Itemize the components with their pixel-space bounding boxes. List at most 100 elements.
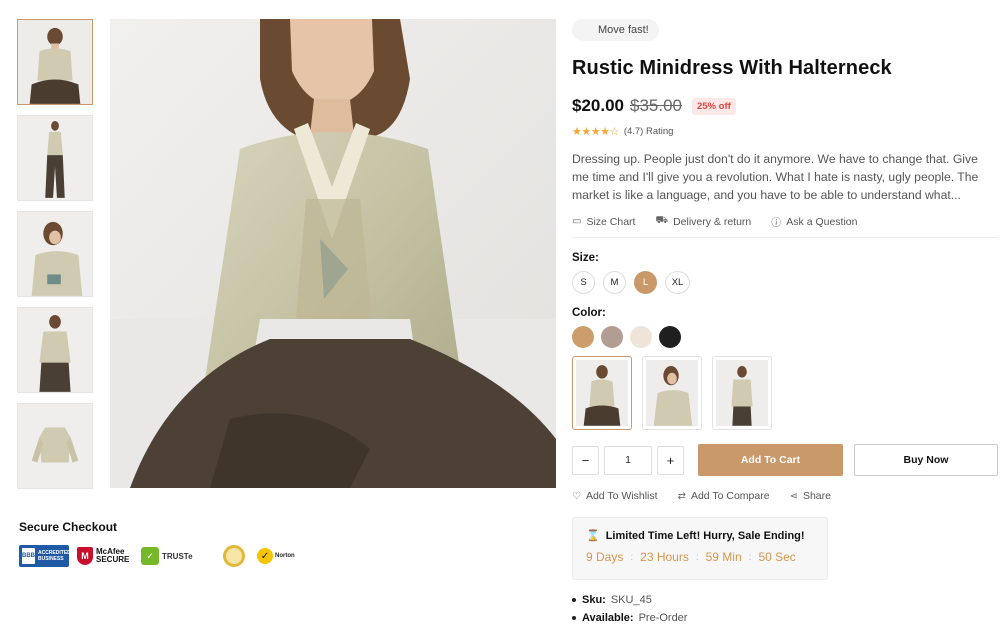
sku-row: Sku: SKU_45 (572, 594, 998, 606)
promo-badge-text: Move fast! (598, 24, 649, 36)
product-title: Rustic Minidress With Halterneck (572, 57, 892, 79)
mcafee-badge-text: McAfee SECURE (96, 547, 130, 564)
size-chart-link[interactable]: ▭ Size Chart (572, 214, 635, 229)
product-meta: Sku: SKU_45 Available: Pre-Order (572, 594, 998, 624)
countdown-separator: : (630, 551, 634, 563)
promo-badge: ⚡ Move fast! (572, 19, 659, 41)
norton-badge: ✓ Norton (257, 545, 295, 567)
variant-image-1-photo (576, 360, 628, 426)
add-to-cart-button[interactable]: Add To Cart (698, 444, 843, 476)
discount-badge: 25% off (692, 97, 736, 115)
thumbnail-3[interactable] (17, 211, 93, 297)
hourglass-icon: ⌛ (586, 530, 600, 542)
current-price: $20.00 (572, 96, 624, 115)
question-icon: ⓘ (771, 218, 782, 229)
compare-icon: ⇄ (677, 490, 686, 502)
color-swatch-tan[interactable] (572, 326, 594, 348)
variant-image-3-photo (716, 360, 768, 426)
countdown-values: 9 Days : 23 Hours : 59 Min : 50 Sec (586, 550, 814, 564)
main-product-image[interactable] (110, 19, 556, 488)
info-links: ▭ Size Chart ⛟ Delivery & return ⓘ Ask a… (572, 214, 998, 238)
thumbnail-2-image (18, 116, 92, 200)
add-to-compare-link[interactable]: ⇄ Add To Compare (678, 490, 770, 502)
original-price: $35.00 (630, 96, 682, 115)
truste-check-icon: ✓ (141, 547, 159, 565)
seal-icon (223, 545, 245, 567)
ask-question-link[interactable]: ⓘ Ask a Question (771, 214, 858, 230)
product-info: ⚡ Move fast! Rustic Minidress With Halte… (572, 19, 998, 630)
size-option-s[interactable]: S (572, 271, 595, 294)
thumbnail-4[interactable] (17, 307, 93, 393)
bullet-icon (572, 598, 576, 602)
mcafee-shield-icon: M (77, 547, 93, 565)
main-product-photo (110, 19, 556, 488)
countdown-hours: 23 Hours (640, 550, 689, 564)
secondary-actions: ♡ Add To Wishlist ⇄ Add To Compare ⋖ Sha… (572, 490, 998, 502)
sku-label: Sku: (582, 594, 606, 606)
truste-badge-text: TRUSTe (162, 551, 193, 561)
countdown-separator: : (748, 551, 752, 563)
truck-icon: ⛟ (655, 215, 669, 226)
share-icon: ⋖ (789, 490, 798, 502)
countdown-minutes: 59 Min (705, 550, 742, 564)
rating: ★★★★☆ (4.7) Rating (572, 125, 998, 138)
variant-image-2[interactable] (642, 356, 702, 430)
thumbnail-2[interactable] (17, 115, 93, 201)
product-description: Dressing up. People just don't do it any… (572, 152, 979, 202)
share-link[interactable]: ⋖ Share (790, 490, 831, 502)
thumbnail-1[interactable] (17, 19, 93, 105)
ask-question-label: Ask a Question (786, 215, 858, 228)
norton-badge-text: Norton (275, 553, 295, 559)
countdown-days: 9 Days (586, 550, 624, 564)
thumbnail-5[interactable] (17, 403, 93, 489)
size-option-l[interactable]: L (634, 271, 657, 294)
secure-checkout: Secure Checkout BBB ACCREDITED BUSINESS … (19, 520, 295, 567)
variant-images (572, 356, 998, 430)
variant-image-1[interactable] (572, 356, 632, 430)
secure-checkout-title: Secure Checkout (19, 520, 118, 534)
color-swatch-cream[interactable] (630, 326, 652, 348)
size-label: Size: (572, 252, 599, 264)
availability-value: Pre-Order (638, 612, 688, 624)
thumbnail-3-image (18, 212, 92, 296)
security-seal-badge (223, 545, 249, 567)
bullet-icon (572, 616, 576, 620)
color-swatch-black[interactable] (659, 326, 681, 348)
color-swatches (572, 326, 998, 348)
countdown-seconds: 50 Sec (758, 550, 796, 564)
add-to-wishlist-link[interactable]: ♡ Add To Wishlist (572, 490, 658, 502)
thumbnail-4-image (18, 308, 92, 392)
add-to-compare-label: Add To Compare (690, 490, 770, 502)
quantity-increase-button[interactable]: + (657, 445, 684, 475)
variant-image-3[interactable] (712, 356, 772, 430)
quantity-input[interactable]: 1 (604, 445, 652, 475)
quantity-stepper: − 1 + (572, 445, 684, 475)
bbb-badge: BBB ACCREDITED BUSINESS (19, 545, 71, 567)
add-to-wishlist-label: Add To Wishlist (585, 490, 658, 502)
bbb-logo-icon: BBB (22, 548, 35, 564)
color-swatch-taupe[interactable] (601, 326, 623, 348)
availability-label: Available: (582, 612, 634, 624)
quantity-decrease-button[interactable]: − (572, 445, 599, 475)
sku-value: SKU_45 (610, 594, 652, 606)
size-chart-label: Size Chart (586, 215, 636, 228)
variant-image-2-photo (646, 360, 698, 426)
delivery-return-link[interactable]: ⛟ Delivery & return (655, 214, 751, 229)
truste-badge: ✓ TRUSTe (141, 545, 215, 567)
countdown-separator: : (695, 551, 699, 563)
star-rating-icon: ★★★★☆ (572, 126, 619, 138)
countdown-headline: Limited Time Left! Hurry, Sale Ending! (605, 529, 805, 542)
heart-icon: ♡ (572, 490, 581, 502)
price-row: $20.00 $35.00 25% off (572, 96, 998, 116)
size-option-xl[interactable]: XL (665, 271, 690, 294)
mcafee-badge: M McAfee SECURE (77, 545, 133, 567)
size-option-m[interactable]: M (603, 271, 626, 294)
size-options: S M L XL (572, 271, 998, 294)
bbb-badge-text: ACCREDITED BUSINESS (38, 550, 71, 562)
share-label: Share (802, 490, 831, 502)
color-label: Color: (572, 307, 606, 319)
thumbnail-list (17, 19, 93, 499)
thumbnail-5-image (18, 404, 92, 488)
ruler-icon: ▭ (572, 216, 582, 227)
buy-now-button[interactable]: Buy Now (853, 444, 998, 476)
